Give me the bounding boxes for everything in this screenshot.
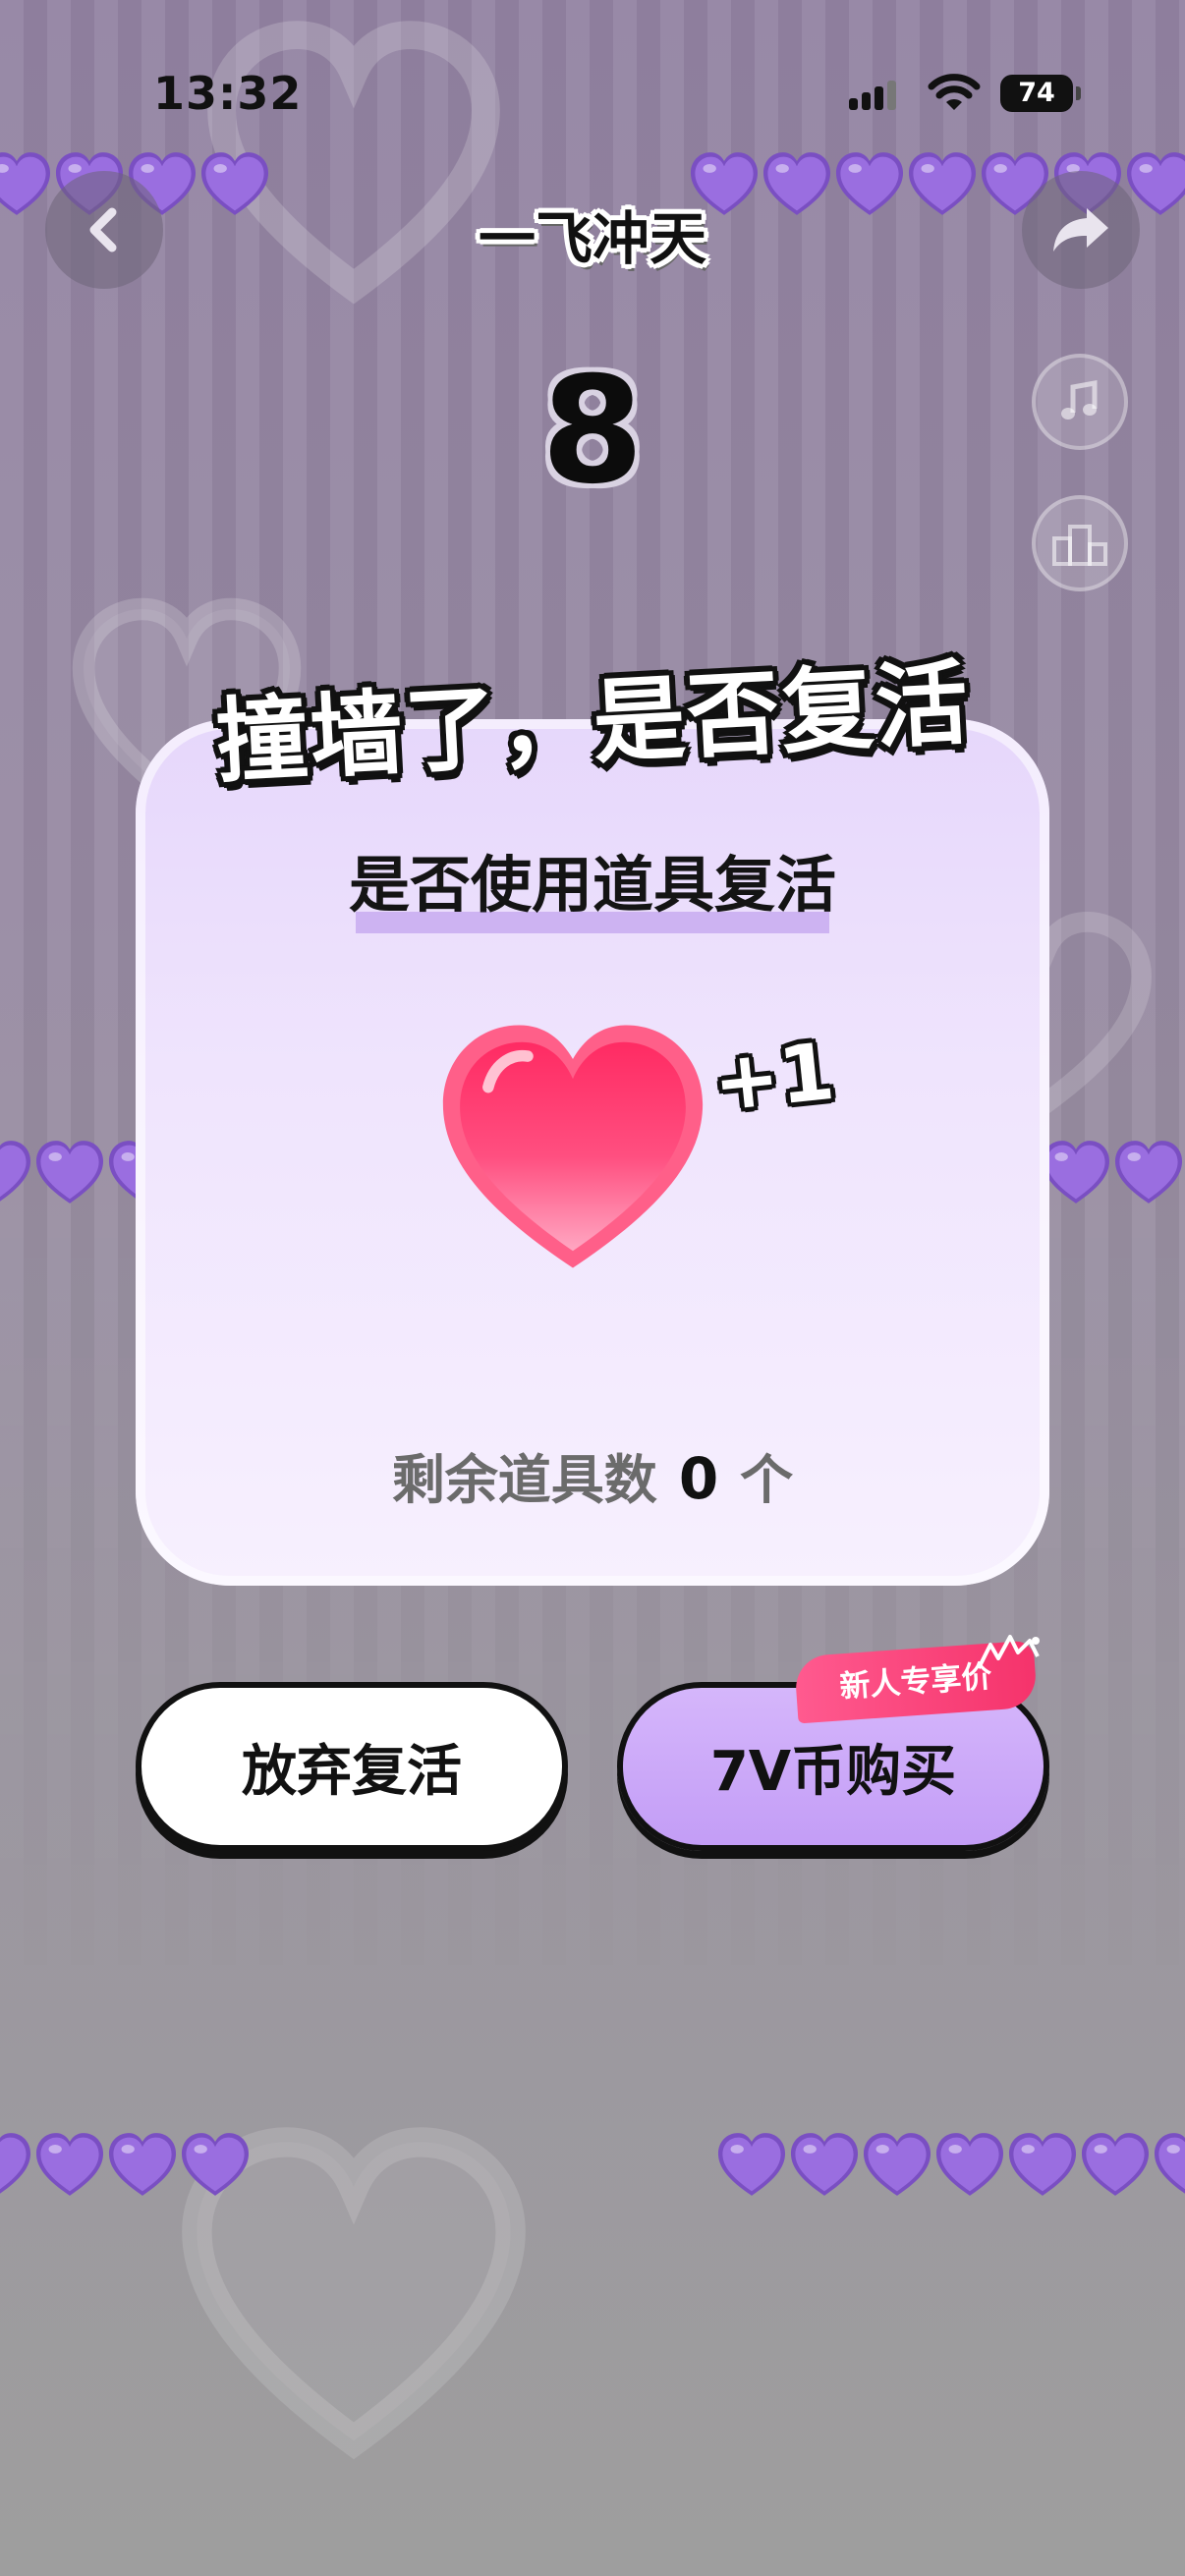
reward-amount: +1 <box>708 1025 839 1130</box>
purple-heart-icon <box>1114 1141 1183 1204</box>
revive-dialog: 是否使用道具复活 +1 剩余道具数 0 个 <box>136 719 1049 1586</box>
purple-heart-icon <box>1081 2133 1150 2196</box>
cellular-signal-icon <box>849 81 896 110</box>
status-icons: 74 <box>847 69 1083 118</box>
status-time: 13:32 <box>153 67 303 120</box>
purple-heart-wall <box>1040 1138 1185 1206</box>
purple-heart-icon <box>1154 2133 1185 2194</box>
leaderboard-button[interactable] <box>1032 495 1128 591</box>
share-arrow-icon <box>1053 208 1108 252</box>
purple-heart-wall <box>715 2130 1185 2199</box>
battery-indicator: 74 <box>1000 75 1073 112</box>
purple-heart-icon <box>0 1141 31 1202</box>
sparkle-icon <box>977 1635 1040 1669</box>
music-note-icon <box>1061 380 1098 420</box>
purple-heart-icon <box>1042 1141 1110 1204</box>
game-screen: 13:32 74 一飞冲天 8 是否使用道具复活 +1 剩余道具数 0 个 撞墙… <box>0 0 1185 2576</box>
remaining-unit: 个 <box>740 1449 794 1511</box>
purple-heart-icon <box>790 2133 859 2196</box>
heart-item-icon <box>442 1025 704 1268</box>
purple-heart-icon <box>35 1141 104 1204</box>
give-up-revive-button[interactable]: 放弃复活 <box>136 1682 568 1851</box>
purple-heart-icon <box>0 2133 31 2194</box>
remaining-label: 剩余道具数 <box>391 1449 657 1511</box>
podium-icon <box>1052 525 1107 566</box>
purple-heart-icon <box>181 2133 250 2196</box>
game-title: 一飞冲天 <box>478 205 706 272</box>
purple-heart-icon <box>717 2133 786 2196</box>
share-button[interactable] <box>1022 171 1140 289</box>
purple-heart-icon <box>863 2133 931 2196</box>
purple-heart-icon <box>108 2133 177 2196</box>
music-toggle-button[interactable] <box>1032 354 1128 450</box>
battery-tip <box>1076 86 1081 100</box>
score-counter: 8 <box>540 346 645 517</box>
dialog-subtitle: 是否使用道具复活 <box>348 849 836 921</box>
purple-heart-icon <box>1008 2133 1077 2196</box>
purple-heart-icon <box>935 2133 1004 2196</box>
wifi-icon <box>928 74 981 110</box>
purple-heart-wall <box>0 2130 252 2199</box>
purple-heart-icon <box>35 2133 104 2196</box>
remaining-count: 0 <box>678 1445 719 1512</box>
remaining-items: 剩余道具数 0 个 <box>136 1436 1049 1514</box>
